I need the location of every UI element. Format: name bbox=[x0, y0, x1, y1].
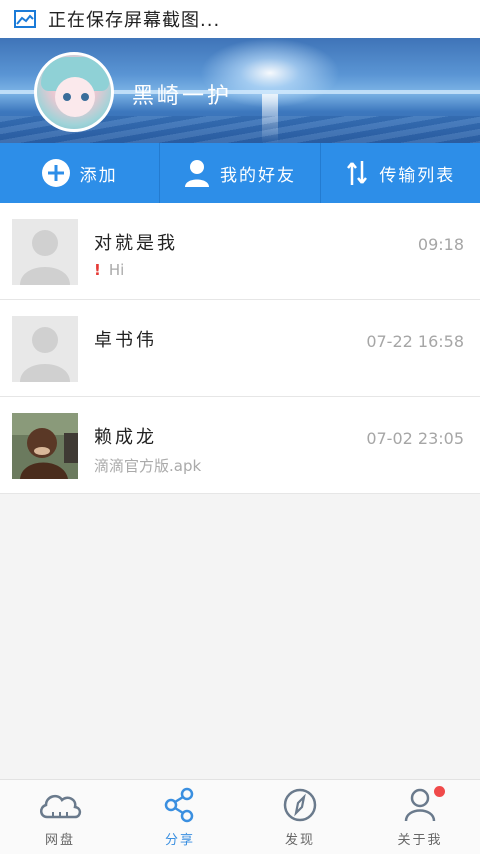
tab-about-me[interactable]: 关于我 bbox=[360, 780, 480, 854]
contact-name: 卓书伟 bbox=[94, 330, 157, 351]
my-friends-button[interactable]: 我的好友 bbox=[159, 143, 319, 203]
last-message-text: 滴滴官方版.apk bbox=[94, 457, 202, 475]
last-message-text: Hi bbox=[108, 261, 125, 279]
last-message: ! Hi bbox=[94, 261, 124, 279]
last-message: 滴滴官方版.apk bbox=[94, 455, 201, 476]
cloud-icon bbox=[40, 794, 82, 818]
transfer-list-label: 传输列表 bbox=[379, 165, 456, 186]
avatar-face bbox=[55, 77, 95, 117]
tab-discover[interactable]: 发现 bbox=[240, 780, 360, 854]
person-icon bbox=[184, 160, 209, 187]
alert-icon: ! bbox=[94, 261, 101, 279]
person-outline-icon bbox=[404, 788, 436, 821]
person-placeholder-icon bbox=[12, 219, 78, 285]
tab-discover-label: 发现 bbox=[284, 832, 315, 848]
person-placeholder-icon bbox=[12, 316, 78, 382]
default-avatar bbox=[12, 219, 78, 285]
plus-circle-icon bbox=[41, 159, 70, 187]
share-icon bbox=[164, 787, 194, 822]
avatar-eye-left bbox=[63, 93, 71, 101]
tab-share[interactable]: 分享 bbox=[120, 780, 240, 854]
add-button[interactable]: 添加 bbox=[0, 143, 159, 203]
contact-name: 对就是我 bbox=[94, 233, 178, 254]
status-bar: 正在保存屏幕截图... bbox=[0, 0, 480, 38]
tab-cloud-drive[interactable]: 网盘 bbox=[0, 780, 120, 854]
list-item[interactable]: 对就是我 ! Hi 09:18 bbox=[0, 203, 480, 300]
transfer-list-button[interactable]: 传输列表 bbox=[319, 143, 480, 203]
transfer-arrows-icon bbox=[347, 161, 368, 185]
default-avatar bbox=[12, 316, 78, 382]
message-time: 07-22 16:58 bbox=[366, 332, 464, 351]
compass-icon bbox=[283, 788, 317, 821]
contact-photo-image bbox=[12, 413, 78, 479]
message-time: 09:18 bbox=[417, 235, 464, 254]
avatar-eye-right bbox=[81, 93, 89, 101]
contact-name: 赖成龙 bbox=[94, 427, 157, 448]
action-bar: 添加 我的好友 传输列表 bbox=[0, 143, 480, 203]
list-item[interactable]: 赖成龙 滴滴官方版.apk 07-02 23:05 bbox=[0, 397, 480, 494]
status-text: 正在保存屏幕截图... bbox=[48, 10, 221, 31]
my-friends-label: 我的好友 bbox=[219, 165, 296, 186]
notification-badge bbox=[434, 786, 445, 797]
profile-username[interactable]: 黑崎一护 bbox=[132, 78, 232, 110]
profile-header: 黑崎一护 bbox=[0, 38, 480, 143]
tab-share-label: 分享 bbox=[164, 832, 195, 848]
screenshot-icon bbox=[14, 10, 36, 28]
message-time: 07-02 23:05 bbox=[366, 429, 464, 448]
conversation-list: 对就是我 ! Hi 09:18 卓书伟 07-22 16:58 赖成龙 滴滴官方… bbox=[0, 203, 480, 494]
contact-photo bbox=[12, 413, 78, 479]
tab-about-me-label: 关于我 bbox=[397, 832, 443, 848]
tab-cloud-drive-label: 网盘 bbox=[44, 832, 75, 848]
bottom-tab-bar: 网盘 分享 发现 关于我 bbox=[0, 779, 480, 854]
profile-avatar[interactable] bbox=[34, 52, 114, 132]
list-item[interactable]: 卓书伟 07-22 16:58 bbox=[0, 300, 480, 397]
add-button-label: 添加 bbox=[79, 165, 118, 186]
